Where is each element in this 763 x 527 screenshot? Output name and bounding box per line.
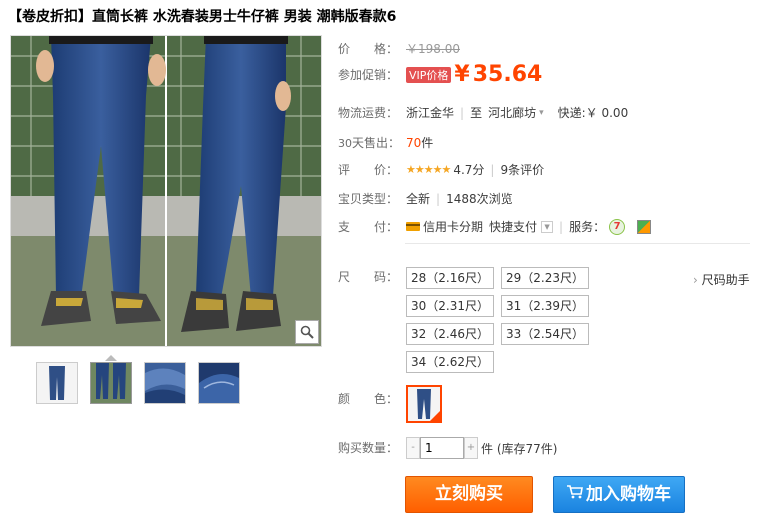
payment-label: 支 付： (338, 220, 399, 234)
main-product-image[interactable] (10, 35, 322, 347)
stock-info: 件 (库存77件) (481, 441, 558, 456)
chevron-down-icon[interactable]: ▾ (539, 108, 544, 118)
ship-from: 浙江金华 (406, 106, 455, 120)
currency-symbol: ¥ (454, 62, 470, 87)
quantity-decrease-button[interactable]: - (406, 437, 420, 459)
color-swatch-blue[interactable] (406, 385, 442, 423)
quick-pay[interactable]: 快捷支付 (489, 218, 537, 235)
size-option-31[interactable]: 31（2.39尺） (501, 295, 589, 317)
review-count-link[interactable]: 9条评价 (500, 161, 544, 178)
ship-divider: | (460, 105, 465, 120)
selected-check-icon (430, 411, 440, 421)
size-option-33[interactable]: 33（2.54尺） (501, 323, 589, 345)
cart-icon (567, 477, 583, 512)
add-to-cart-label: 加入购物车 (586, 484, 671, 505)
item-type-divider: | (436, 191, 441, 206)
thumbnail-3[interactable] (144, 362, 186, 404)
jeans-flat-thumbnail (37, 363, 77, 403)
size-helper-link[interactable]: › 尺码助手 (693, 271, 750, 288)
thumbnail-pointer-icon (105, 355, 117, 361)
quantity-input[interactable] (420, 437, 464, 459)
size-helper-label: 尺码助手 (701, 273, 750, 287)
size-option-34[interactable]: 34（2.62尺） (406, 351, 494, 373)
denim-detail-thumbnail (145, 363, 185, 403)
promo-label: 参加促销： (338, 68, 399, 82)
sales-unit: 件 (421, 136, 434, 150)
dropdown-icon[interactable]: ▼ (541, 220, 554, 233)
jeans-photo (11, 36, 321, 346)
jeans-model-thumbnail (91, 363, 131, 403)
quantity-increase-button[interactable]: + (464, 437, 478, 459)
view-count: 1488次浏览 (446, 192, 513, 206)
vip-price-badge: VIP价格 (406, 66, 452, 83)
denim-fold-thumbnail (199, 363, 239, 403)
current-price: 35.64 (472, 62, 543, 87)
size-option-28[interactable]: 28（2.16尺） (406, 267, 494, 289)
item-type-label: 宝贝类型： (338, 192, 399, 206)
rating-score: 4.7分 (453, 163, 485, 177)
thumbnail-4[interactable] (198, 362, 240, 404)
thumbnail-2[interactable] (90, 362, 132, 404)
express-fee: 快递:￥ 0.00 (557, 106, 629, 120)
price-label: 价 格： (338, 42, 399, 56)
sales-label-days: 30 (338, 137, 352, 150)
seven-day-return-icon[interactable]: 7 (609, 218, 626, 235)
add-to-cart-button[interactable]: 加入购物车 (553, 476, 685, 513)
credit-card-icon (406, 222, 420, 231)
item-condition: 全新 (406, 192, 431, 206)
service-label: 服务： (569, 220, 606, 234)
size-label: 尺 码： (338, 270, 399, 284)
zoom-icon[interactable] (295, 320, 319, 344)
rating-label: 评 价： (338, 163, 399, 177)
size-option-29[interactable]: 29（2.23尺） (501, 267, 589, 289)
thumbnail-strip (36, 362, 240, 404)
star-rating-icon: ★★★★★ (406, 163, 451, 176)
section-divider (405, 243, 750, 244)
credit-installment[interactable]: 信用卡分期 (423, 218, 483, 235)
color-label: 颜 色： (338, 392, 399, 406)
payment-divider: | (559, 219, 564, 234)
sales-label-text: 天售出： (352, 136, 401, 150)
sales-count: 70 (406, 135, 422, 150)
original-price: ￥198.00 (406, 42, 460, 56)
shipping-label: 物流运费： (338, 106, 399, 120)
ship-to-prefix: 至 (470, 106, 483, 120)
quantity-stepper: - + 件 (库存77件) (406, 437, 557, 459)
rating-divider: | (490, 162, 495, 177)
sales-label: 30天售出： (338, 134, 406, 151)
ship-to-select[interactable]: 河北廊坊 (488, 104, 536, 121)
buy-now-button[interactable]: 立刻购买 (405, 476, 533, 513)
size-option-32[interactable]: 32（2.46尺） (406, 323, 494, 345)
thumbnail-1[interactable] (36, 362, 78, 404)
guarantee-icon[interactable] (637, 219, 652, 234)
quantity-label: 购买数量： (338, 441, 399, 455)
product-title: 【卷皮折扣】直筒长裤 水洗春装男士牛仔裤 男装 潮韩版春款6 (8, 9, 397, 25)
chevron-right-icon: › (693, 273, 698, 287)
size-option-30[interactable]: 30（2.31尺） (406, 295, 494, 317)
